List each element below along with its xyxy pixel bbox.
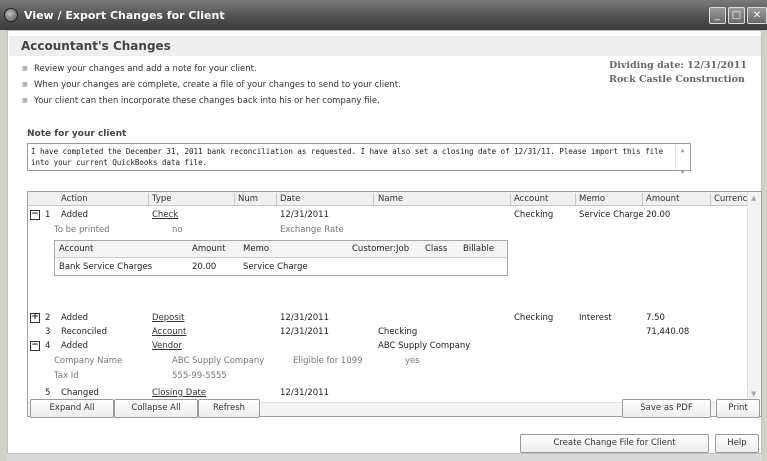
main-panel: Accountant's Changes Review your changes… — [7, 30, 762, 454]
vertical-scrollbar[interactable]: ▲ ▼ — [747, 192, 761, 416]
row-date: 12/31/2011 — [280, 313, 329, 323]
split-col-customer-job: Customer:Job — [352, 244, 410, 254]
row-name: ABC Supply Company — [378, 341, 471, 351]
split-col-class: Class — [425, 244, 448, 254]
close-button[interactable]: ✕ — [747, 7, 767, 24]
detail-value: yes — [405, 356, 420, 366]
refresh-button[interactable]: Refresh — [198, 399, 260, 418]
dividing-info: Dividing date: 12/31/2011 Rock Castle Co… — [609, 59, 747, 87]
note-text: I have completed the December 31, 2011 b… — [31, 147, 664, 167]
row-type-link[interactable]: Vendor — [152, 341, 182, 351]
row-action: Added — [61, 210, 89, 220]
row-number: 1 — [45, 210, 51, 220]
instruction-list: Review your changes and add a note for y… — [22, 61, 401, 109]
row-name: Checking — [378, 327, 418, 337]
minimize-button[interactable]: _ — [709, 7, 726, 24]
row-detail: To be printed no Exchange Rate — [28, 223, 761, 238]
row-detail: Tax Id 555-99-5555 — [28, 369, 761, 384]
detail-label: Tax Id — [54, 371, 79, 381]
instruction-item: Your client can then incorporate these c… — [22, 93, 401, 109]
title-bar: View / Export Changes for Client _ □ ✕ — [0, 0, 767, 30]
split-table: Account Amount Memo Customer:Job Class B… — [54, 240, 508, 276]
detail-value: 555-99-5555 — [172, 371, 227, 381]
collapse-toggle[interactable]: − — [30, 341, 40, 351]
collapse-toggle[interactable]: − — [30, 210, 40, 220]
table-row[interactable]: 3 Reconciled Account 12/31/2011 Checking… — [28, 325, 761, 340]
column-header-memo[interactable]: Memo — [579, 194, 605, 204]
row-amount: 20.00 — [646, 210, 671, 220]
row-type-link[interactable]: Deposit — [152, 313, 185, 323]
row-number: 2 — [45, 313, 51, 323]
row-date: 12/31/2011 — [280, 327, 329, 337]
detail-label: Eligible for 1099 — [293, 356, 363, 366]
row-action: Added — [61, 341, 89, 351]
app-icon — [4, 8, 18, 22]
detail-label: To be printed — [54, 225, 110, 235]
row-account: Checking — [514, 210, 554, 220]
row-account: Checking — [514, 313, 554, 323]
column-header-action[interactable]: Action — [61, 194, 88, 204]
detail-label: Exchange Rate — [280, 225, 344, 235]
split-memo: Service Charge — [243, 262, 308, 272]
maximize-button[interactable]: □ — [728, 7, 745, 24]
grid-header: Action Type Num Date Name Account Memo A… — [28, 192, 761, 206]
column-header-type[interactable]: Type — [152, 194, 172, 204]
row-type-link[interactable]: Closing Date — [152, 388, 206, 398]
row-number: 3 — [45, 327, 51, 337]
row-number: 4 — [45, 341, 51, 351]
scroll-down-icon[interactable]: ▼ — [751, 390, 756, 398]
instruction-item: When your changes are complete, create a… — [22, 77, 401, 93]
detail-value: ABC Supply Company — [172, 356, 265, 366]
split-table-header: Account Amount Memo Customer:Job Class B… — [55, 241, 507, 258]
detail-value: no — [172, 225, 183, 235]
instruction-item: Review your changes and add a note for y… — [22, 61, 401, 77]
table-row[interactable]: + 2 Added Deposit 12/31/2011 Checking In… — [28, 311, 761, 326]
note-label: Note for your client — [27, 129, 127, 139]
column-header-date[interactable]: Date — [280, 194, 300, 204]
split-col-memo: Memo — [243, 244, 270, 254]
row-action: Added — [61, 313, 89, 323]
expand-all-button[interactable]: Expand All — [30, 399, 114, 418]
column-header-amount[interactable]: Amount — [646, 194, 679, 204]
collapse-all-button[interactable]: Collapse All — [114, 399, 198, 418]
row-memo: Service Charge — [579, 210, 644, 220]
dividing-date: Dividing date: 12/31/2011 — [609, 60, 747, 71]
create-change-file-button[interactable]: Create Change File for Client — [520, 434, 709, 453]
expand-toggle[interactable]: + — [30, 313, 40, 323]
scroll-up-icon[interactable]: ▲ — [751, 194, 756, 202]
column-header-num[interactable]: Num — [238, 194, 258, 204]
print-button[interactable]: Print — [716, 399, 760, 418]
section-header: Accountant's Changes — [9, 36, 761, 56]
table-row[interactable]: − 4 Added Vendor ABC Supply Company — [28, 339, 761, 354]
changes-grid: Action Type Num Date Name Account Memo A… — [27, 191, 762, 417]
help-button[interactable]: Help — [715, 434, 759, 453]
split-amount: 20.00 — [192, 262, 217, 272]
note-scrollbar[interactable]: ▲ ▼ — [675, 145, 689, 176]
split-col-amount: Amount — [192, 244, 226, 254]
column-header-account[interactable]: Account — [514, 194, 548, 204]
row-detail: Company Name ABC Supply Company Eligible… — [28, 354, 761, 369]
row-type-link[interactable]: Account — [152, 327, 186, 337]
row-action: Changed — [61, 388, 99, 398]
row-amount: 71,440.08 — [646, 327, 690, 337]
row-action: Reconciled — [61, 327, 108, 337]
note-textarea[interactable]: I have completed the December 31, 2011 b… — [27, 143, 691, 176]
company-name: Rock Castle Construction — [609, 74, 745, 85]
table-row[interactable]: − 1 Added Check 12/31/2011 Checking Serv… — [28, 208, 761, 223]
split-col-account: Account — [59, 244, 94, 254]
window-title: View / Export Changes for Client — [24, 9, 225, 22]
split-col-billable: Billable — [463, 244, 495, 254]
row-number: 5 — [45, 388, 51, 398]
section-title: Accountant's Changes — [21, 39, 171, 53]
detail-label: Company Name — [54, 356, 123, 366]
column-header-name[interactable]: Name — [378, 194, 403, 204]
window-client: Accountant's Changes Review your changes… — [7, 30, 762, 461]
split-account: Bank Service Charges — [59, 262, 153, 272]
save-pdf-button[interactable]: Save as PDF — [622, 399, 711, 418]
row-date: 12/31/2011 — [280, 210, 329, 220]
row-amount: 7.50 — [646, 313, 665, 323]
row-type-link[interactable]: Check — [152, 210, 178, 220]
row-memo: Interest — [579, 313, 612, 323]
row-date: 12/31/2011 — [280, 388, 329, 398]
